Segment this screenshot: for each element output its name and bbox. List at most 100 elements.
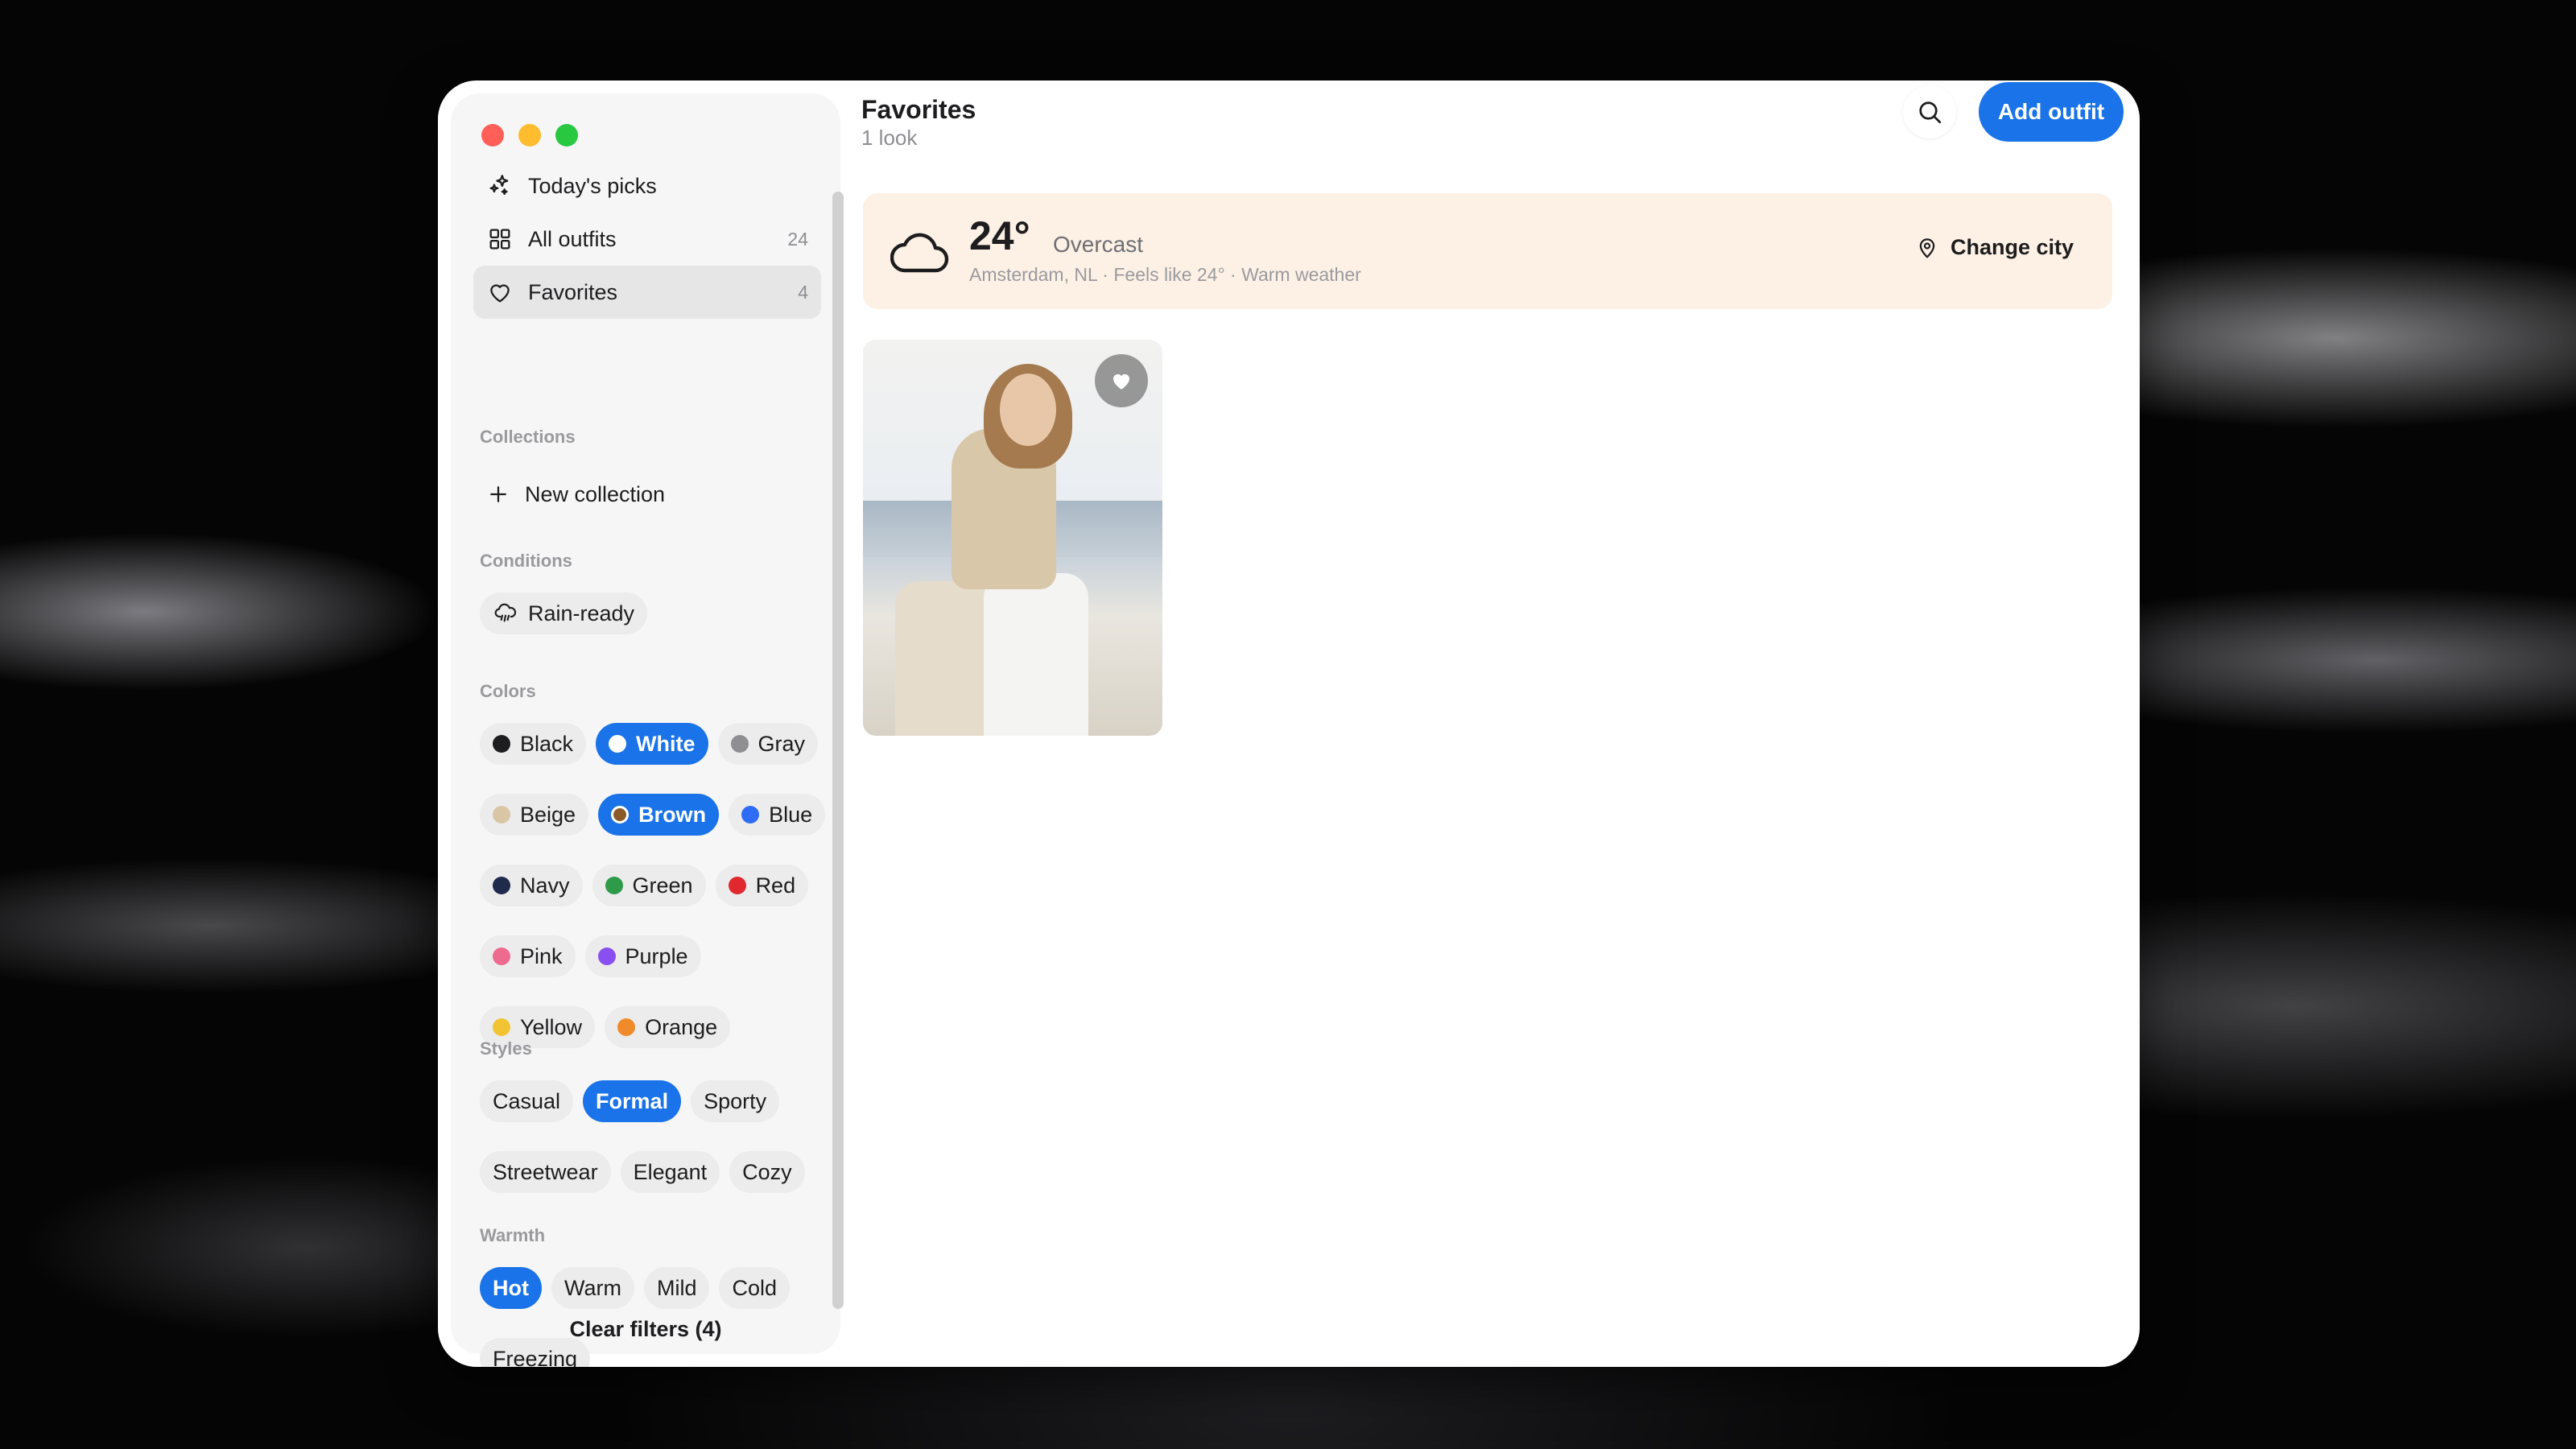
sidebar-scrollbar[interactable] [832, 192, 844, 1309]
chip-label: Orange [645, 1014, 718, 1039]
search-button[interactable] [1903, 85, 1956, 138]
sidebar-item-count: 4 [798, 281, 808, 303]
favorite-toggle-button[interactable] [1095, 354, 1148, 407]
chip-color-purple[interactable]: Purple [584, 935, 701, 977]
sidebar-item-count: 24 [787, 228, 808, 250]
chip-label: Gray [758, 731, 806, 756]
sidebar-item-todays-picks[interactable]: Today's picks [473, 159, 821, 213]
chip-color-beige[interactable]: Beige [480, 794, 589, 836]
chip-label: Blue [769, 802, 813, 827]
sidebar-nav: Today's picks All outfits 24 Favorites 4 [473, 159, 821, 319]
sidebar-item-favorites[interactable]: Favorites 4 [473, 266, 821, 319]
new-collection-label: New collection [525, 481, 666, 506]
color-swatch [730, 735, 749, 753]
sidebar-panel: Today's picks All outfits 24 Favorites 4… [451, 93, 840, 1367]
chip-color-pink[interactable]: Pink [480, 935, 576, 977]
sidebar-item-all-outfits[interactable]: All outfits 24 [473, 213, 821, 266]
page-title: Favorites [861, 95, 976, 124]
conditions-chips: Rain-ready [480, 592, 834, 634]
chip-label: White [636, 731, 696, 756]
color-swatch [493, 877, 510, 894]
chip-warmth-freezing[interactable]: Freezing [480, 1338, 591, 1367]
weather-condition: Overcast [1053, 232, 1144, 257]
sidebar-item-label: All outfits [528, 226, 617, 251]
outfit-card[interactable] [863, 340, 1162, 736]
chip-color-navy[interactable]: Navy [480, 865, 583, 906]
chip-style-casual[interactable]: Casual [480, 1080, 574, 1122]
grid-icon [489, 229, 510, 250]
chip-rain-ready[interactable]: Rain-ready [480, 592, 648, 634]
color-swatch [493, 1018, 510, 1036]
chip-color-blue[interactable]: Blue [729, 794, 826, 836]
chip-warmth-warm[interactable]: Warm [551, 1267, 634, 1309]
chip-warmth-cold[interactable]: Cold [719, 1267, 791, 1309]
color-swatch [609, 735, 627, 753]
color-swatch [617, 1018, 636, 1036]
chip-label: Navy [520, 873, 570, 898]
clear-filters-button[interactable]: Clear filters (4) [451, 1317, 840, 1342]
outfit-photo-trousers [984, 573, 1088, 736]
page-subtitle: 1 look [861, 126, 918, 150]
chip-style-formal[interactable]: Formal [583, 1080, 682, 1122]
chip-warmth-hot[interactable]: Hot [480, 1267, 542, 1309]
plus-icon [490, 486, 506, 502]
warmth-section-title: Warmth [480, 1225, 546, 1245]
chip-label: Beige [520, 802, 576, 827]
color-swatch [493, 806, 510, 824]
chip-style-streetwear[interactable]: Streetwear [480, 1151, 611, 1193]
chip-color-gray[interactable]: Gray [717, 723, 819, 765]
color-swatch [493, 735, 510, 753]
color-swatch [493, 947, 510, 965]
chip-warmth-mild[interactable]: Mild [643, 1267, 710, 1309]
chip-color-brown[interactable]: Brown [598, 794, 720, 836]
close-window-button[interactable] [481, 124, 504, 147]
chip-style-cozy[interactable]: Cozy [729, 1151, 805, 1193]
chip-label: Purple [625, 943, 688, 968]
chip-label: Red [755, 873, 796, 898]
sidebar-item-label: Favorites [528, 279, 618, 304]
new-collection-button[interactable]: New collection [473, 472, 678, 517]
sidebar-item-label: Today's picks [528, 173, 657, 198]
color-swatch [741, 806, 760, 824]
minimize-window-button[interactable] [518, 124, 541, 147]
color-swatch [597, 947, 616, 965]
style-chips: Casual Formal Sporty Streetwear Elegant Cozy [480, 1080, 834, 1193]
change-city-label: Change city [1950, 235, 2074, 259]
location-pin-icon [1919, 237, 1935, 258]
chip-color-green[interactable]: Green [592, 865, 706, 906]
color-swatch [728, 877, 746, 894]
weather-temperature: 24° [969, 213, 1030, 258]
change-city-button[interactable]: Change city [1915, 235, 2074, 260]
collections-section-title: Collections [480, 427, 576, 447]
chip-style-sporty[interactable]: Sporty [691, 1080, 780, 1122]
outfit-photo-face [1000, 374, 1056, 446]
chip-label: Brown [638, 802, 707, 827]
rain-cloud-icon [494, 603, 517, 622]
cloud-icon [890, 233, 949, 273]
chip-color-orange[interactable]: Orange [605, 1006, 731, 1048]
color-chips: Black White Gray Beige Brown Blue Navy Green Red… [480, 723, 834, 1048]
chip-color-red[interactable]: Red [715, 865, 809, 906]
weather-banner: 24° Overcast Amsterdam, NL · Feels like … [863, 193, 2112, 309]
chip-label: Green [632, 873, 693, 898]
conditions-section-title: Conditions [480, 551, 572, 571]
color-swatch [611, 806, 630, 824]
colors-section-title: Colors [480, 681, 536, 701]
chip-color-white[interactable]: White [596, 723, 708, 765]
chip-label: Yellow [520, 1014, 583, 1039]
heart-icon [490, 284, 510, 303]
chip-label: Black [520, 731, 574, 756]
search-icon [1919, 101, 1942, 124]
chip-label: Rain-ready [528, 601, 635, 625]
weather-location: Amsterdam, NL · Feels like 24° · Warm we… [969, 264, 1361, 285]
chip-color-black[interactable]: Black [480, 723, 587, 765]
window-controls [481, 124, 578, 147]
add-outfit-button[interactable]: Add outfit [1979, 82, 2124, 142]
styles-section-title: Styles [480, 1038, 532, 1059]
chip-style-elegant[interactable]: Elegant [620, 1151, 720, 1193]
heart-filled-icon [1113, 374, 1129, 390]
color-swatch [605, 877, 623, 894]
chip-label: Pink [520, 943, 563, 968]
zoom-window-button[interactable] [555, 124, 578, 147]
app-window: Today's picks All outfits 24 Favorites 4… [438, 80, 2140, 1367]
